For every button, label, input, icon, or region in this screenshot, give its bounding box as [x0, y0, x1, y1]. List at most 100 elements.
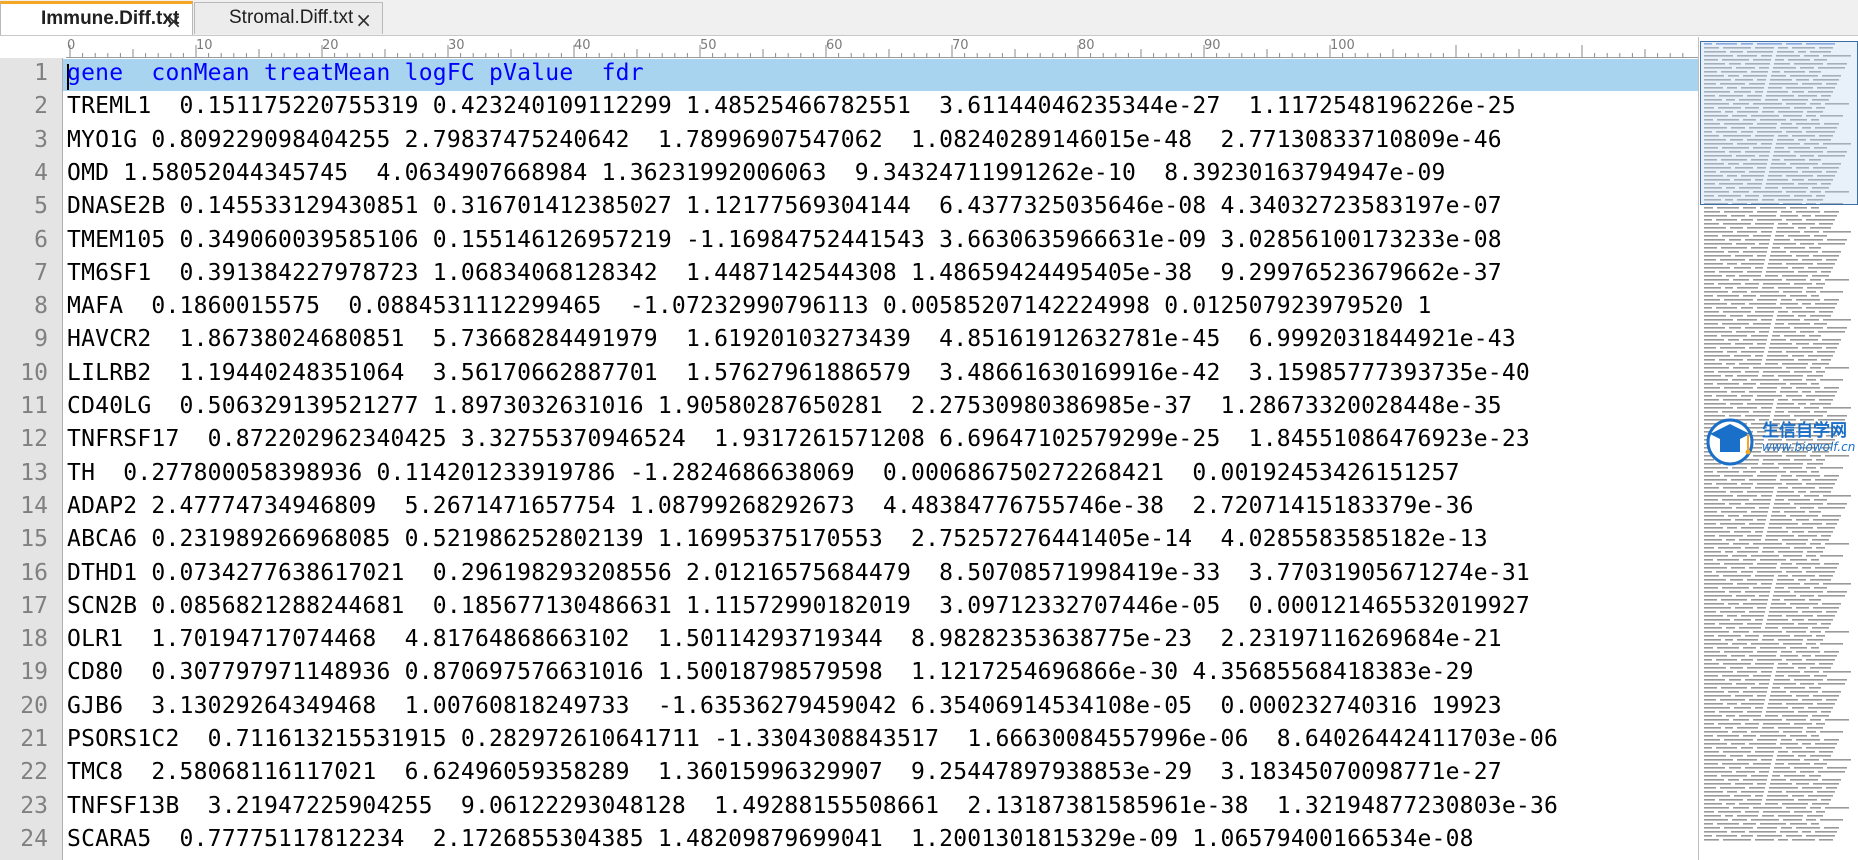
minimap-line — [1736, 507, 1755, 509]
minimap-line — [1743, 647, 1756, 649]
minimap-line — [1716, 307, 1737, 309]
minimap-line — [1723, 311, 1751, 313]
minimap-line — [1747, 535, 1762, 537]
data-row[interactable]: TH 0.277800058398936 0.114201233919786 -… — [67, 460, 1460, 486]
minimap-line — [1776, 495, 1800, 497]
data-row[interactable]: GJB6 3.13029264349468 1.00760818249733 -… — [67, 693, 1502, 719]
minimap-line — [1802, 567, 1811, 569]
data-row[interactable]: TNFSF13B 3.21947225904255 9.061222930481… — [67, 793, 1558, 819]
minimap-line — [1716, 835, 1737, 837]
close-icon[interactable]: × — [355, 8, 372, 32]
minimap-line — [1778, 727, 1803, 729]
minimap-line — [1704, 579, 1726, 581]
ruler-label: 70 — [952, 38, 969, 53]
minimap-line — [1778, 839, 1788, 841]
data-row[interactable]: MYO1G 0.809229098404255 2.79837475240642… — [67, 127, 1502, 153]
minimap-line — [1792, 531, 1804, 533]
minimap-line — [1794, 283, 1812, 285]
minimap-line — [1810, 227, 1831, 229]
minimap-line — [1704, 791, 1723, 793]
data-row[interactable]: HAVCR2 1.86738024680851 5.73668284491979… — [67, 326, 1516, 352]
ruler-label: 10 — [196, 38, 213, 53]
data-row[interactable]: ADAP2 2.47774734946809 5.2671471657754 1… — [67, 493, 1474, 519]
minimap-line — [1826, 259, 1837, 261]
minimap-line — [1753, 235, 1771, 237]
minimap-line — [1733, 367, 1749, 369]
minimap-line — [1762, 375, 1774, 377]
minimap-viewport[interactable] — [1700, 41, 1858, 205]
minimap-line — [1732, 291, 1747, 293]
data-row[interactable]: PSORS1C2 0.711613215531915 0.28297261064… — [67, 726, 1558, 752]
minimap-line — [1786, 543, 1806, 545]
data-row[interactable]: DNASE2B 0.145533129430851 0.316701412385… — [67, 193, 1502, 219]
minimap-line — [1757, 307, 1782, 309]
minimap-line — [1739, 539, 1761, 541]
minimap-line — [1759, 595, 1769, 597]
text-editor[interactable]: gene conMean treatMean logFC pValue fdr T… — [63, 58, 1698, 860]
line-number: 7 — [34, 259, 48, 286]
minimap-line — [1788, 235, 1810, 237]
minimap-line — [1730, 755, 1743, 757]
minimap-line — [1721, 511, 1747, 513]
close-icon[interactable]: × — [165, 9, 182, 33]
data-row[interactable]: TMEM105 0.349060039585106 0.155146126957… — [67, 227, 1502, 253]
data-row[interactable]: TMC8 2.58068116117021 6.62496059358289 1… — [67, 759, 1502, 785]
minimap-line — [1782, 363, 1808, 365]
minimap-line — [1815, 303, 1837, 305]
line-number: 9 — [34, 326, 48, 353]
minimap-line — [1792, 223, 1815, 225]
minimap-line — [1743, 339, 1767, 341]
tab-immune-diff[interactable]: Immune.Diff.txt × — [0, 1, 193, 35]
data-row[interactable]: OMD 1.58052044345745 4.0634907668984 1.3… — [67, 160, 1446, 186]
data-row[interactable]: SCN2B 0.0856821288244681 0.1856771304866… — [67, 593, 1530, 619]
minimap-line — [1732, 379, 1747, 381]
data-row[interactable]: OLR1 1.70194717074468 4.81764868663102 1… — [67, 626, 1502, 652]
minimap-line — [1800, 331, 1814, 333]
data-row[interactable]: TREML1 0.151175220755319 0.4232401091122… — [67, 93, 1516, 119]
minimap-line — [1809, 247, 1821, 249]
minimap-line — [1816, 547, 1825, 549]
data-row[interactable]: TNFRSF17 0.872202962340425 3.32755370946… — [67, 426, 1530, 452]
minimap-line — [1704, 671, 1733, 673]
minimap-line — [1770, 607, 1792, 609]
minimap-line — [1735, 343, 1753, 345]
data-row[interactable]: ABCA6 0.231989266968085 0.52198625280213… — [67, 526, 1488, 552]
data-row[interactable]: TM6SF1 0.391384227978723 1.0683406812834… — [67, 260, 1502, 286]
minimap-line — [1704, 559, 1713, 561]
minimap-line — [1816, 283, 1825, 285]
minimap-line — [1786, 483, 1802, 485]
minimap-line — [1757, 387, 1777, 389]
ruler-label: 50 — [700, 38, 717, 53]
minimap-line — [1704, 571, 1712, 573]
data-row[interactable]: SCARA5 0.77775117812234 2.1726855304385 … — [67, 826, 1474, 852]
minimap-line — [1737, 671, 1757, 673]
header-row[interactable]: gene conMean treatMean logFC pValue fdr — [67, 60, 644, 86]
minimap-line — [1809, 335, 1821, 337]
tab-stromal-diff[interactable]: Stromal.Diff.txt × — [194, 2, 383, 34]
data-row[interactable]: MAFA 0.1860015575 0.0884531112299465 -1.… — [67, 293, 1432, 319]
minimap-line — [1812, 363, 1829, 365]
minimap-line — [1766, 359, 1794, 361]
minimap-line — [1717, 295, 1739, 297]
data-row[interactable]: LILRB2 1.19440248351064 3.56170662887701… — [67, 360, 1530, 386]
minimap-line — [1809, 775, 1821, 777]
minimap-line — [1765, 715, 1778, 717]
minimap-line — [1704, 311, 1719, 313]
minimap-line — [1782, 627, 1808, 629]
minimap-line — [1786, 747, 1802, 749]
minimap-line — [1792, 619, 1804, 621]
minimap-line — [1811, 823, 1819, 825]
data-row[interactable]: CD40LG 0.506329139521277 1.8973032631016… — [67, 393, 1502, 419]
minimap-line — [1821, 623, 1831, 625]
data-row[interactable]: DTHD1 0.0734277638617021 0.2961982932085… — [67, 560, 1530, 586]
minimap-line — [1824, 211, 1839, 213]
data-row[interactable]: CD80 0.307797971148936 0.870697576631016… — [67, 659, 1474, 685]
minimap-line — [1743, 295, 1756, 297]
minimap-line — [1704, 751, 1719, 753]
minimap-line — [1704, 479, 1727, 481]
minimap-line — [1807, 287, 1823, 289]
minimap-line — [1766, 799, 1794, 801]
minimap-line — [1704, 531, 1730, 533]
minimap-line — [1735, 607, 1753, 609]
minimap-line — [1704, 539, 1722, 541]
